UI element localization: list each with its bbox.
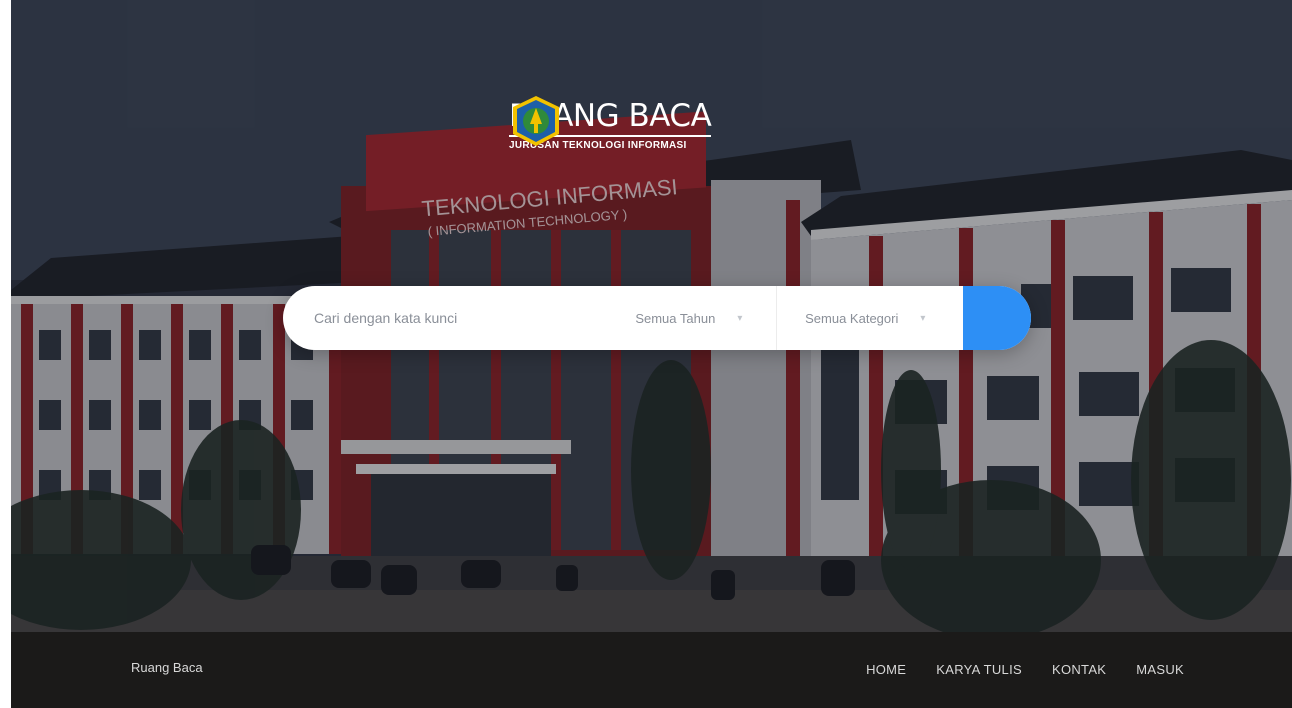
nav-masuk[interactable]: MASUK xyxy=(1136,662,1184,677)
hero-background: TEKNOLOGI INFORMASI ( INFORMATION TECHNO… xyxy=(11,0,1292,632)
university-emblem-icon xyxy=(513,96,559,146)
site-logo[interactable]: RUANG BACA JURUSAN TEKNOLOGI INFORMASI xyxy=(509,94,809,156)
brand-name[interactable]: Ruang Baca xyxy=(131,660,203,675)
search-button[interactable] xyxy=(283,286,1031,350)
nav-kontak[interactable]: KONTAK xyxy=(1052,662,1106,677)
main-nav: HOME KARYA TULIS KONTAK MASUK xyxy=(866,662,1184,677)
search-input[interactable] xyxy=(283,286,610,350)
search-icon xyxy=(283,286,297,300)
page: TEKNOLOGI INFORMASI ( INFORMATION TECHNO… xyxy=(11,0,1292,708)
category-select-label: Semua Kategori xyxy=(805,310,899,326)
category-select[interactable]: Semua Kategori ▾ xyxy=(776,286,962,350)
nav-karya-tulis[interactable]: KARYA TULIS xyxy=(936,662,1022,677)
chevron-down-icon: ▾ xyxy=(920,312,926,324)
chevron-down-icon: ▾ xyxy=(737,312,743,324)
footer-navbar: Ruang Baca HOME KARYA TULIS KONTAK MASUK xyxy=(11,632,1292,708)
year-select[interactable]: Semua Tahun ▾ xyxy=(609,286,776,350)
year-select-label: Semua Tahun xyxy=(635,310,716,326)
search-bar: Semua Tahun ▾ Semua Kategori ▾ xyxy=(283,286,1031,350)
nav-home[interactable]: HOME xyxy=(866,662,906,677)
